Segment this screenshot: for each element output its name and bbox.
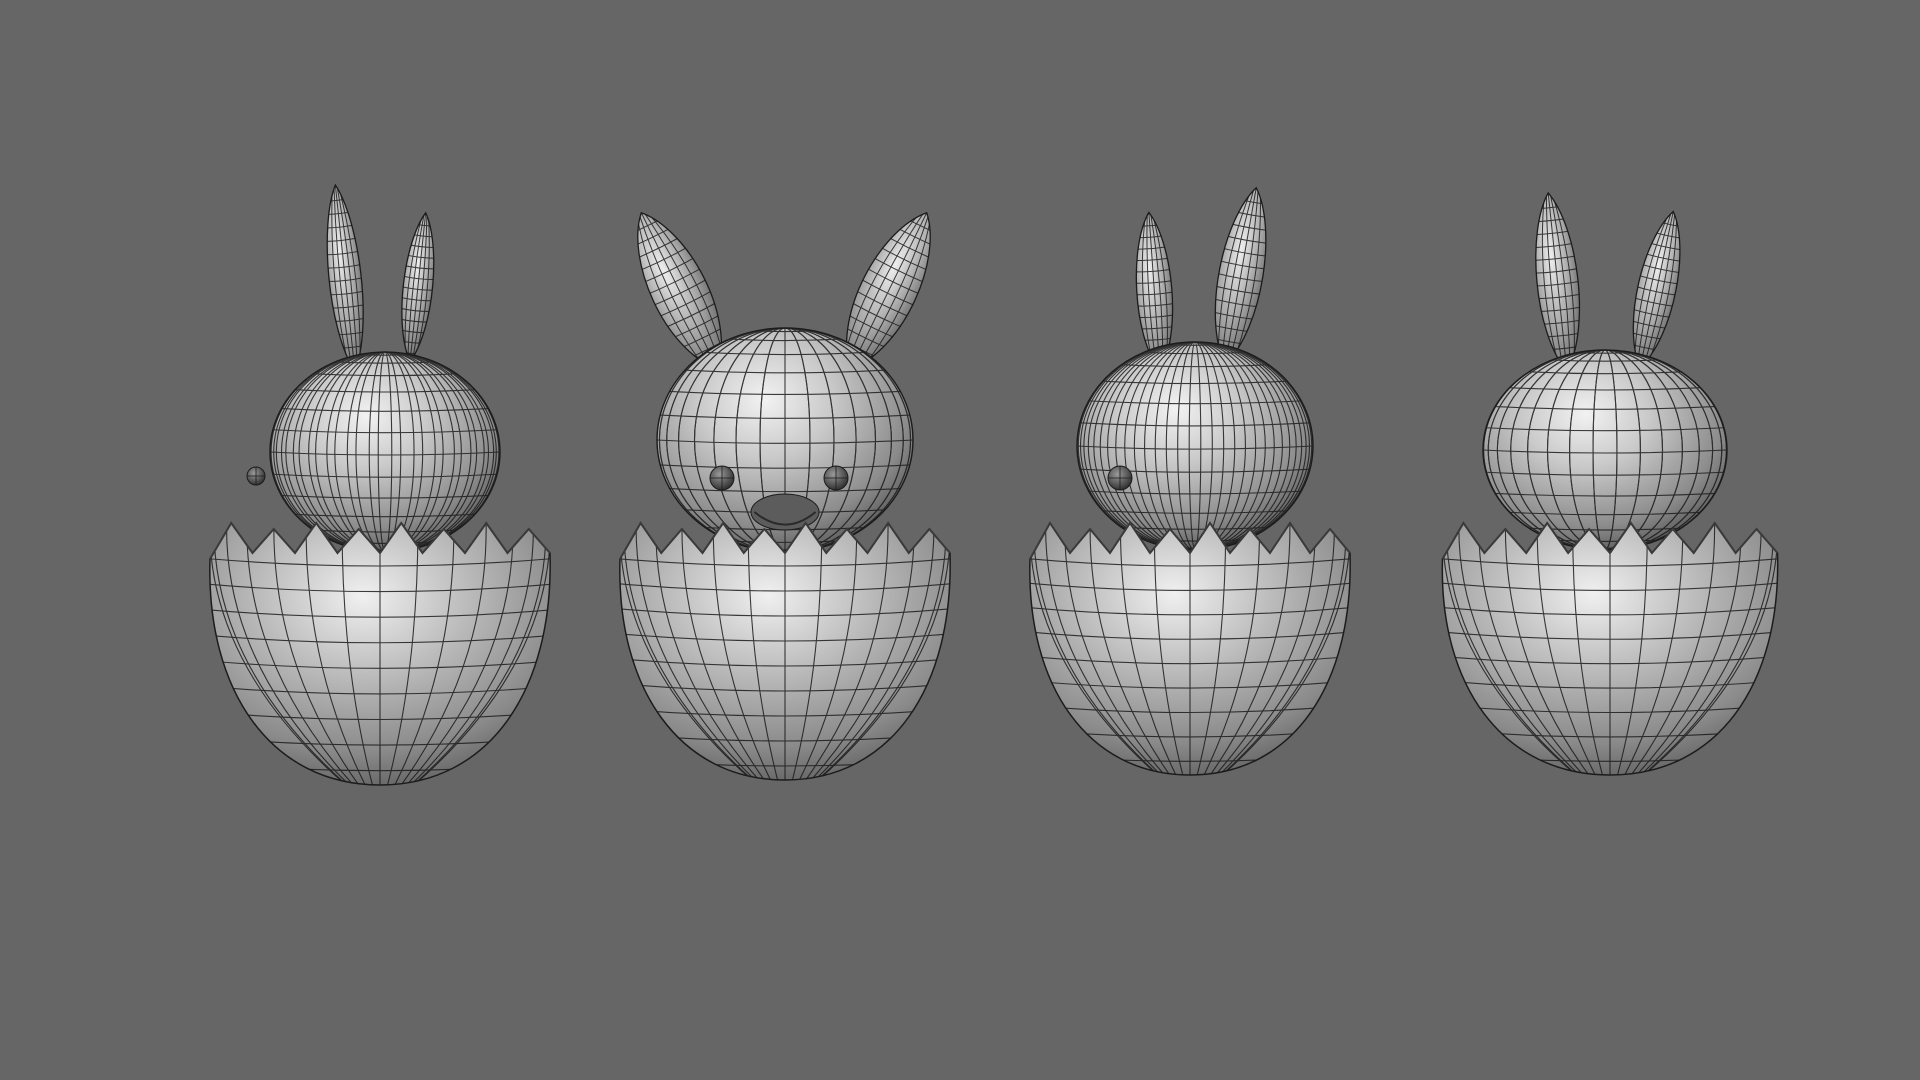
ear-left [1527, 191, 1588, 374]
egg-shell [1441, 521, 1779, 776]
ear-right [1621, 210, 1692, 370]
models-layer [190, 181, 1798, 791]
egg-shell [209, 521, 551, 786]
eye-side [246, 466, 266, 486]
head-sphere [1076, 341, 1314, 551]
eye-right [823, 465, 849, 491]
head-sphere [269, 351, 501, 553]
viewport-scene[interactable] [0, 0, 1920, 1080]
model-bunny-in-egg-back[interactable] [1423, 189, 1798, 781]
3d-viewport[interactable] [0, 0, 1920, 1080]
ear-right [395, 211, 441, 364]
eye-side [1107, 465, 1133, 491]
nose-mouth [750, 493, 820, 531]
model-bunny-in-egg-front[interactable] [600, 193, 970, 786]
egg-shell [1029, 521, 1351, 776]
model-bunny-in-egg-three-quarter-left[interactable] [190, 182, 570, 791]
model-bunny-in-egg-three-quarter-left-2[interactable] [1010, 181, 1370, 781]
head-sphere [1482, 349, 1728, 551]
eye-left [709, 465, 735, 491]
egg-shell [619, 521, 951, 781]
ear-left [319, 183, 372, 374]
